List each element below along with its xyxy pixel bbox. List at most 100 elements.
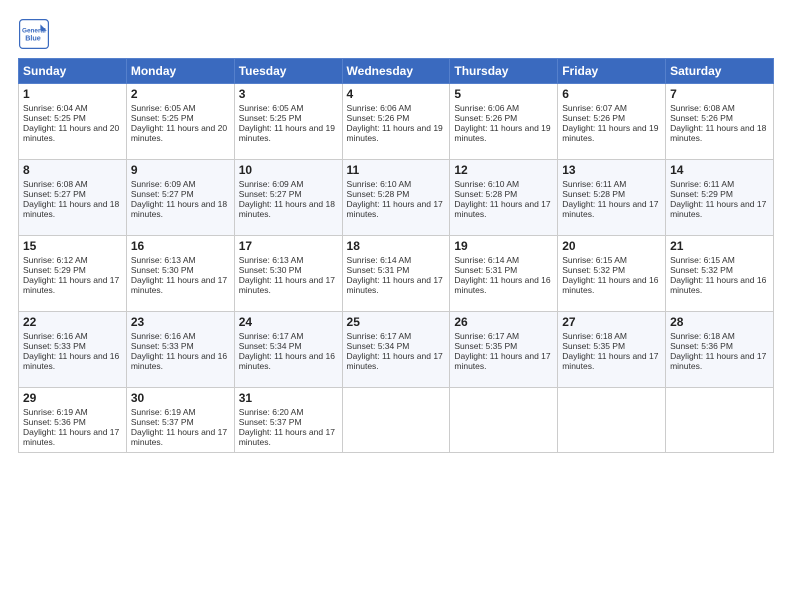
weekday-header-sunday: Sunday	[19, 59, 127, 84]
day-info-line: Daylight: 11 hours and 17 minutes.	[347, 351, 446, 371]
day-number: 11	[347, 163, 446, 177]
day-info-line: Daylight: 11 hours and 17 minutes.	[454, 199, 553, 219]
day-info-line: Sunrise: 6:06 AM	[454, 103, 553, 113]
day-info-line: Daylight: 11 hours and 17 minutes.	[23, 275, 122, 295]
day-number: 20	[562, 239, 661, 253]
day-info-line: Sunset: 5:26 PM	[670, 113, 769, 123]
weekday-header-monday: Monday	[126, 59, 234, 84]
day-number: 6	[562, 87, 661, 101]
day-info-line: Sunrise: 6:17 AM	[347, 331, 446, 341]
day-number: 18	[347, 239, 446, 253]
day-info-line: Daylight: 11 hours and 17 minutes.	[347, 199, 446, 219]
calendar-cell: 18Sunrise: 6:14 AMSunset: 5:31 PMDayligh…	[342, 236, 450, 312]
day-info-line: Daylight: 11 hours and 20 minutes.	[23, 123, 122, 143]
calendar-cell: 7Sunrise: 6:08 AMSunset: 5:26 PMDaylight…	[666, 84, 774, 160]
day-info-line: Sunrise: 6:18 AM	[670, 331, 769, 341]
day-info-line: Sunset: 5:26 PM	[347, 113, 446, 123]
day-info-line: Sunrise: 6:15 AM	[670, 255, 769, 265]
day-info-line: Sunset: 5:30 PM	[131, 265, 230, 275]
calendar-cell: 27Sunrise: 6:18 AMSunset: 5:35 PMDayligh…	[558, 312, 666, 388]
day-info-line: Sunrise: 6:20 AM	[239, 407, 338, 417]
calendar-page: General Blue SundayMondayTuesdayWednesda…	[0, 0, 792, 612]
weekday-header-saturday: Saturday	[666, 59, 774, 84]
day-info-line: Sunset: 5:34 PM	[347, 341, 446, 351]
day-info-line: Daylight: 11 hours and 18 minutes.	[23, 199, 122, 219]
day-info-line: Sunset: 5:25 PM	[239, 113, 338, 123]
day-info-line: Daylight: 11 hours and 19 minutes.	[347, 123, 446, 143]
day-info-line: Daylight: 11 hours and 16 minutes.	[239, 351, 338, 371]
day-info-line: Sunset: 5:37 PM	[131, 417, 230, 427]
day-info-line: Sunset: 5:32 PM	[670, 265, 769, 275]
day-number: 17	[239, 239, 338, 253]
calendar-cell: 17Sunrise: 6:13 AMSunset: 5:30 PMDayligh…	[234, 236, 342, 312]
calendar-cell: 8Sunrise: 6:08 AMSunset: 5:27 PMDaylight…	[19, 160, 127, 236]
weekday-header-friday: Friday	[558, 59, 666, 84]
calendar-week-row: 29Sunrise: 6:19 AMSunset: 5:36 PMDayligh…	[19, 388, 774, 453]
day-info-line: Daylight: 11 hours and 17 minutes.	[131, 275, 230, 295]
day-info-line: Sunrise: 6:08 AM	[23, 179, 122, 189]
calendar-cell: 31Sunrise: 6:20 AMSunset: 5:37 PMDayligh…	[234, 388, 342, 453]
calendar-cell	[342, 388, 450, 453]
day-info-line: Daylight: 11 hours and 17 minutes.	[562, 199, 661, 219]
day-info-line: Daylight: 11 hours and 17 minutes.	[347, 275, 446, 295]
logo-icon: General Blue	[18, 18, 50, 50]
day-info-line: Sunrise: 6:09 AM	[239, 179, 338, 189]
day-info-line: Daylight: 11 hours and 17 minutes.	[23, 427, 122, 447]
day-info-line: Sunset: 5:25 PM	[131, 113, 230, 123]
calendar-cell: 9Sunrise: 6:09 AMSunset: 5:27 PMDaylight…	[126, 160, 234, 236]
day-number: 1	[23, 87, 122, 101]
calendar-cell: 29Sunrise: 6:19 AMSunset: 5:36 PMDayligh…	[19, 388, 127, 453]
day-number: 4	[347, 87, 446, 101]
day-info-line: Sunset: 5:29 PM	[23, 265, 122, 275]
day-info-line: Sunset: 5:37 PM	[239, 417, 338, 427]
logo: General Blue	[18, 18, 54, 50]
day-info-line: Sunset: 5:33 PM	[131, 341, 230, 351]
calendar-week-row: 8Sunrise: 6:08 AMSunset: 5:27 PMDaylight…	[19, 160, 774, 236]
day-info-line: Sunset: 5:33 PM	[23, 341, 122, 351]
calendar-cell: 12Sunrise: 6:10 AMSunset: 5:28 PMDayligh…	[450, 160, 558, 236]
day-info-line: Sunrise: 6:07 AM	[562, 103, 661, 113]
day-info-line: Sunrise: 6:13 AM	[239, 255, 338, 265]
day-info-line: Sunrise: 6:19 AM	[23, 407, 122, 417]
calendar-cell: 20 Sunrise: 6:15 AMSunset: 5:32 PMDayligh…	[558, 236, 666, 312]
day-info-line: Daylight: 11 hours and 17 minutes.	[562, 351, 661, 371]
day-info-line: Sunrise: 6:09 AM	[131, 179, 230, 189]
day-info-line: Sunrise: 6:11 AM	[670, 179, 769, 189]
weekday-header-tuesday: Tuesday	[234, 59, 342, 84]
day-info-line: Daylight: 11 hours and 17 minutes.	[670, 199, 769, 219]
day-number: 16	[131, 239, 230, 253]
day-info-line: Daylight: 11 hours and 17 minutes.	[670, 351, 769, 371]
day-info-line: Sunrise: 6:17 AM	[454, 331, 553, 341]
day-number: 19	[454, 239, 553, 253]
day-info-line: Daylight: 11 hours and 18 minutes.	[131, 199, 230, 219]
svg-text:Blue: Blue	[25, 33, 41, 42]
day-info-line: Sunset: 5:28 PM	[347, 189, 446, 199]
calendar-cell: 23Sunrise: 6:16 AMSunset: 5:33 PMDayligh…	[126, 312, 234, 388]
calendar-week-row: 15Sunrise: 6:12 AMSunset: 5:29 PMDayligh…	[19, 236, 774, 312]
calendar-cell: 11Sunrise: 6:10 AMSunset: 5:28 PMDayligh…	[342, 160, 450, 236]
calendar-cell: 13Sunrise: 6:11 AMSunset: 5:28 PMDayligh…	[558, 160, 666, 236]
calendar-cell: 26Sunrise: 6:17 AMSunset: 5:35 PMDayligh…	[450, 312, 558, 388]
day-info-line: Sunset: 5:26 PM	[454, 113, 553, 123]
day-info-line: Sunset: 5:28 PM	[562, 189, 661, 199]
day-info-line: Daylight: 11 hours and 17 minutes.	[454, 351, 553, 371]
day-info-line: Sunset: 5:36 PM	[23, 417, 122, 427]
day-number: 3	[239, 87, 338, 101]
day-info-line: Sunrise: 6:15 AM	[562, 255, 661, 265]
calendar-cell: 25Sunrise: 6:17 AMSunset: 5:34 PMDayligh…	[342, 312, 450, 388]
day-info-line: Daylight: 11 hours and 17 minutes.	[131, 427, 230, 447]
day-number: 21	[670, 239, 769, 253]
calendar-cell: 1Sunrise: 6:04 AMSunset: 5:25 PMDaylight…	[19, 84, 127, 160]
day-info-line: Sunset: 5:30 PM	[239, 265, 338, 275]
day-info-line: Sunset: 5:32 PM	[562, 265, 661, 275]
weekday-header-row: SundayMondayTuesdayWednesdayThursdayFrid…	[19, 59, 774, 84]
day-number: 24	[239, 315, 338, 329]
day-number: 27	[562, 315, 661, 329]
calendar-table: SundayMondayTuesdayWednesdayThursdayFrid…	[18, 58, 774, 453]
calendar-week-row: 1Sunrise: 6:04 AMSunset: 5:25 PMDaylight…	[19, 84, 774, 160]
day-info-line: Daylight: 11 hours and 18 minutes.	[670, 123, 769, 143]
day-info-line: Sunset: 5:35 PM	[562, 341, 661, 351]
day-info-line: Daylight: 11 hours and 16 minutes.	[562, 275, 661, 295]
day-info-line: Sunrise: 6:13 AM	[131, 255, 230, 265]
day-info-line: Daylight: 11 hours and 16 minutes.	[23, 351, 122, 371]
